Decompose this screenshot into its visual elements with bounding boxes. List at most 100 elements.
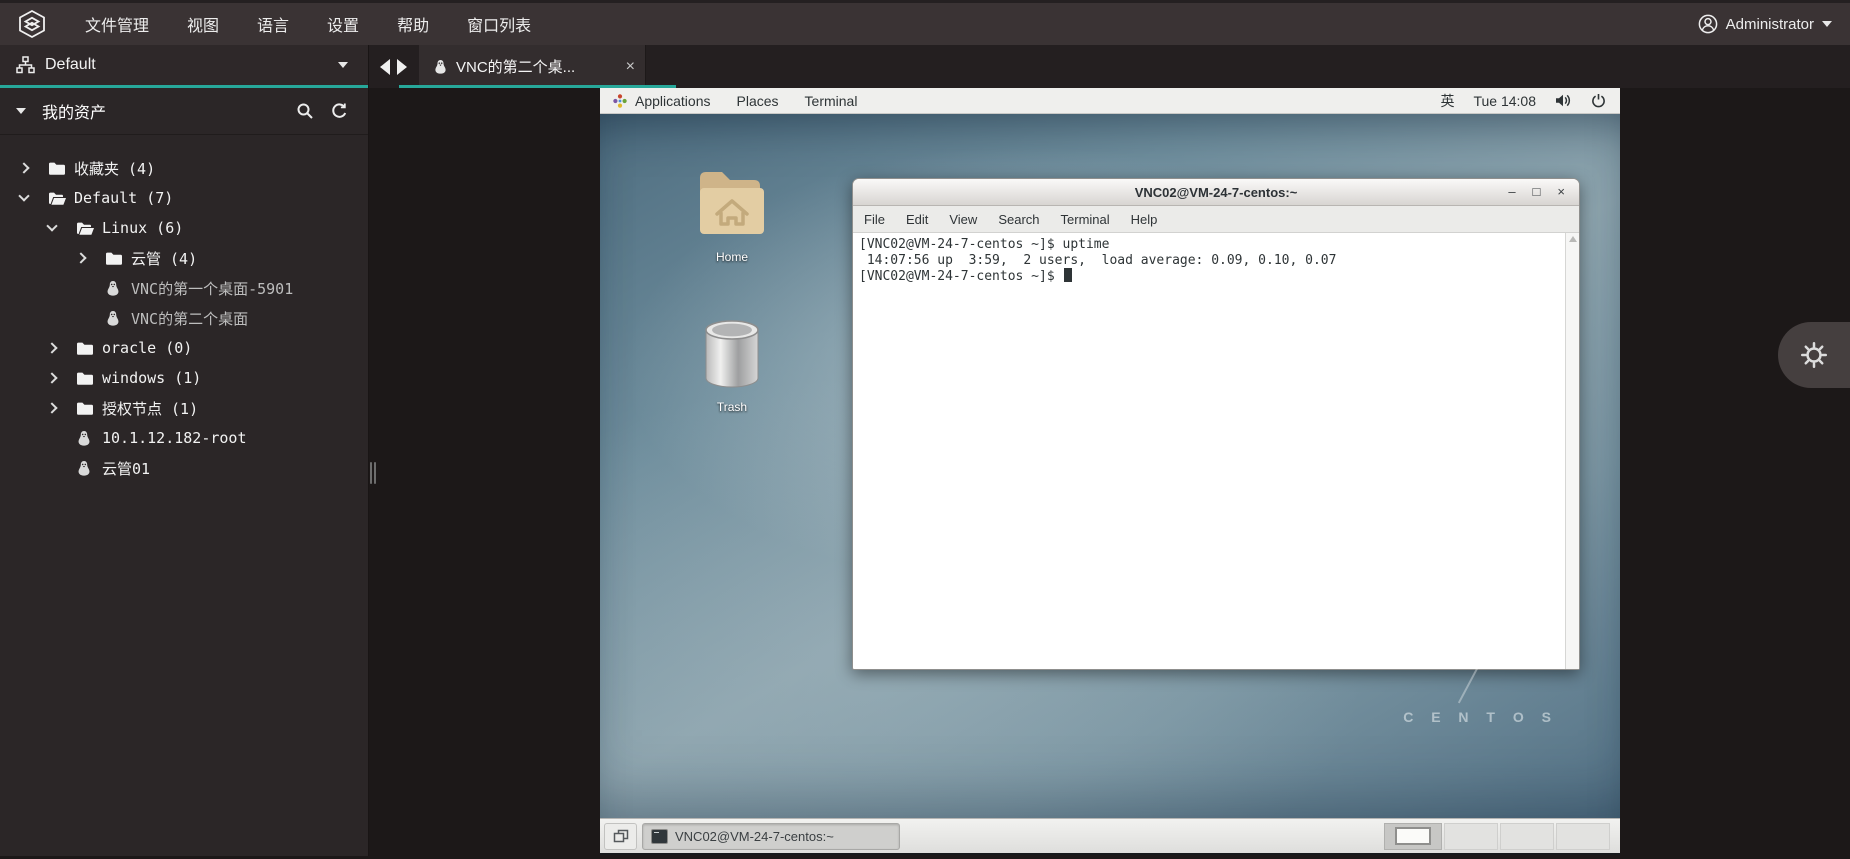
desktop-icon-trash[interactable]: Trash [694,318,770,414]
terminal-menu-terminal[interactable]: Terminal [1061,212,1110,227]
home-folder-icon [690,162,774,244]
power-icon[interactable] [1591,93,1606,108]
tree-item-default[interactable]: Default (7) [0,183,368,213]
workspace-3[interactable] [1500,822,1554,850]
tree-item-oracle[interactable]: oracle (0) [0,333,368,363]
terminal-menu-help[interactable]: Help [1131,212,1158,227]
refresh-icon[interactable] [328,100,350,122]
tree-item-10-1-12-182-root[interactable]: 10.1.12.182-root [0,423,368,453]
tree-item-cloud-mgmt-folder[interactable]: 云管 (4) [0,243,368,273]
maximize-button[interactable]: □ [1533,179,1541,205]
profile-selector[interactable]: Default [0,45,368,88]
menu-window-list[interactable]: 窗口列表 [467,12,531,36]
assets-header: 我的资产 [0,88,368,135]
gnome-taskbar: VNC02@VM-24-7-centos:~ [600,818,1620,855]
workspace-2[interactable] [1444,822,1498,850]
terminal-line: [VNC02@VM-24-7-centos ~]$ [859,269,1063,284]
session-settings-button[interactable] [1778,322,1850,388]
tree-item-vnc-desktop-1[interactable]: VNC的第一个桌面-5901 [0,273,368,303]
applications-icon [612,93,628,109]
chevron-right-icon[interactable] [75,250,105,266]
menu-view[interactable]: 视图 [187,12,219,36]
tab-vnc-desktop-2[interactable]: VNC的第二个桌... × [419,45,646,88]
workspace-1[interactable] [1384,822,1442,850]
tree-item-label: 云管 (4) [131,249,198,268]
chevron-right-icon[interactable] [18,160,48,176]
folder-icon [76,399,102,417]
terminal-cursor [1063,268,1072,282]
chevron-down-icon[interactable] [46,220,76,236]
terminal-menu-edit[interactable]: Edit [906,212,928,227]
folder-open-icon [76,219,102,237]
terminal-scrollbar[interactable] [1565,233,1579,669]
collapse-caret-icon[interactable] [16,108,26,114]
folder-icon [48,159,74,177]
show-desktop-button[interactable] [604,822,637,850]
applications-menu[interactable]: Applications [612,93,711,109]
terminal-menu[interactable]: Terminal [805,93,858,109]
user-name: Administrator [1725,15,1814,33]
search-icon[interactable] [294,100,316,122]
chevron-down-icon [338,62,348,68]
taskbar-task-terminal[interactable]: VNC02@VM-24-7-centos:~ [642,822,900,850]
menu-file-management[interactable]: 文件管理 [85,12,149,36]
chevron-right-icon[interactable] [46,370,76,386]
tree-item-windows[interactable]: windows (1) [0,363,368,393]
asset-sidebar: Default 我的资产 收藏夹 (4) Default (7) Linux (… [0,45,369,856]
input-method-indicator[interactable]: 英 [1440,91,1454,111]
tab-scroll-right-icon[interactable] [397,58,407,75]
tree-item-label: 云管01 [102,459,151,478]
tab-scroll-left-icon[interactable] [380,58,390,75]
terminal-menu-search[interactable]: Search [998,212,1039,227]
menu-settings[interactable]: 设置 [327,12,359,36]
volume-icon[interactable] [1555,93,1572,108]
tree-item-cloud-mgmt-01[interactable]: 云管01 [0,453,368,483]
linux-penguin-icon [76,429,102,447]
chevron-down-icon[interactable] [18,190,48,206]
terminal-titlebar[interactable]: VNC02@VM-24-7-centos:~ – □ × [853,179,1579,206]
folder-icon [76,369,102,387]
chevron-down-icon [1822,21,1832,27]
tab-close-icon[interactable]: × [626,58,635,75]
chevron-right-icon[interactable] [46,340,76,356]
places-menu[interactable]: Places [737,93,779,109]
linux-penguin-icon [433,59,448,75]
terminal-line: 14:07:56 up 3:59, 2 users, load average:… [859,252,1337,268]
terminal-menu-view[interactable]: View [949,212,977,227]
vnc-desktop-viewport[interactable]: Applications Places Terminal 英 Tue 14:08 [600,88,1620,855]
tab-label: VNC的第二个桌... [456,59,576,76]
menu-help[interactable]: 帮助 [397,12,429,36]
task-label: VNC02@VM-24-7-centos:~ [675,828,834,844]
tree-item-vnc-desktop-2[interactable]: VNC的第二个桌面 [0,303,368,333]
user-menu[interactable]: Administrator [1698,14,1850,34]
terminal-menu-file[interactable]: File [864,212,885,227]
workspace-4[interactable] [1556,822,1610,850]
sidebar-splitter-handle[interactable] [370,462,376,484]
remote-session-stage: Applications Places Terminal 英 Tue 14:08 [369,88,1850,856]
menu-language[interactable]: 语言 [257,12,289,36]
tree-item-favorites[interactable]: 收藏夹 (4) [0,153,368,183]
applications-label: Applications [635,92,711,109]
tree-item-linux[interactable]: Linux (6) [0,213,368,243]
desktop-wallpaper[interactable]: Home Trash VNC02@VM-24-7-centos:~ – □ × … [600,114,1620,818]
session-tabbar: VNC的第二个桌... × [369,45,1850,88]
clock[interactable]: Tue 14:08 [1473,93,1536,109]
close-button[interactable]: × [1557,179,1565,205]
top-menu-items: 文件管理 视图 语言 设置 帮助 窗口列表 [47,12,531,36]
desktop-icon-home[interactable]: Home [684,162,780,264]
workspace-active-thumb [1395,827,1431,845]
tree-item-auth-node[interactable]: 授权节点 (1) [0,393,368,423]
assets-title: 我的资产 [42,105,107,122]
trash-icon [699,318,765,394]
folder-icon [105,249,131,267]
terminal-window: VNC02@VM-24-7-centos:~ – □ × File Edit V… [852,178,1580,670]
terminal-screen[interactable]: [VNC02@VM-24-7-centos ~]$ uptime 14:07:5… [853,233,1565,669]
chevron-right-icon[interactable] [46,400,76,416]
tree-item-label: oracle (0) [102,339,193,357]
app-logo-icon[interactable] [17,9,47,39]
minimize-button[interactable]: – [1508,179,1515,205]
